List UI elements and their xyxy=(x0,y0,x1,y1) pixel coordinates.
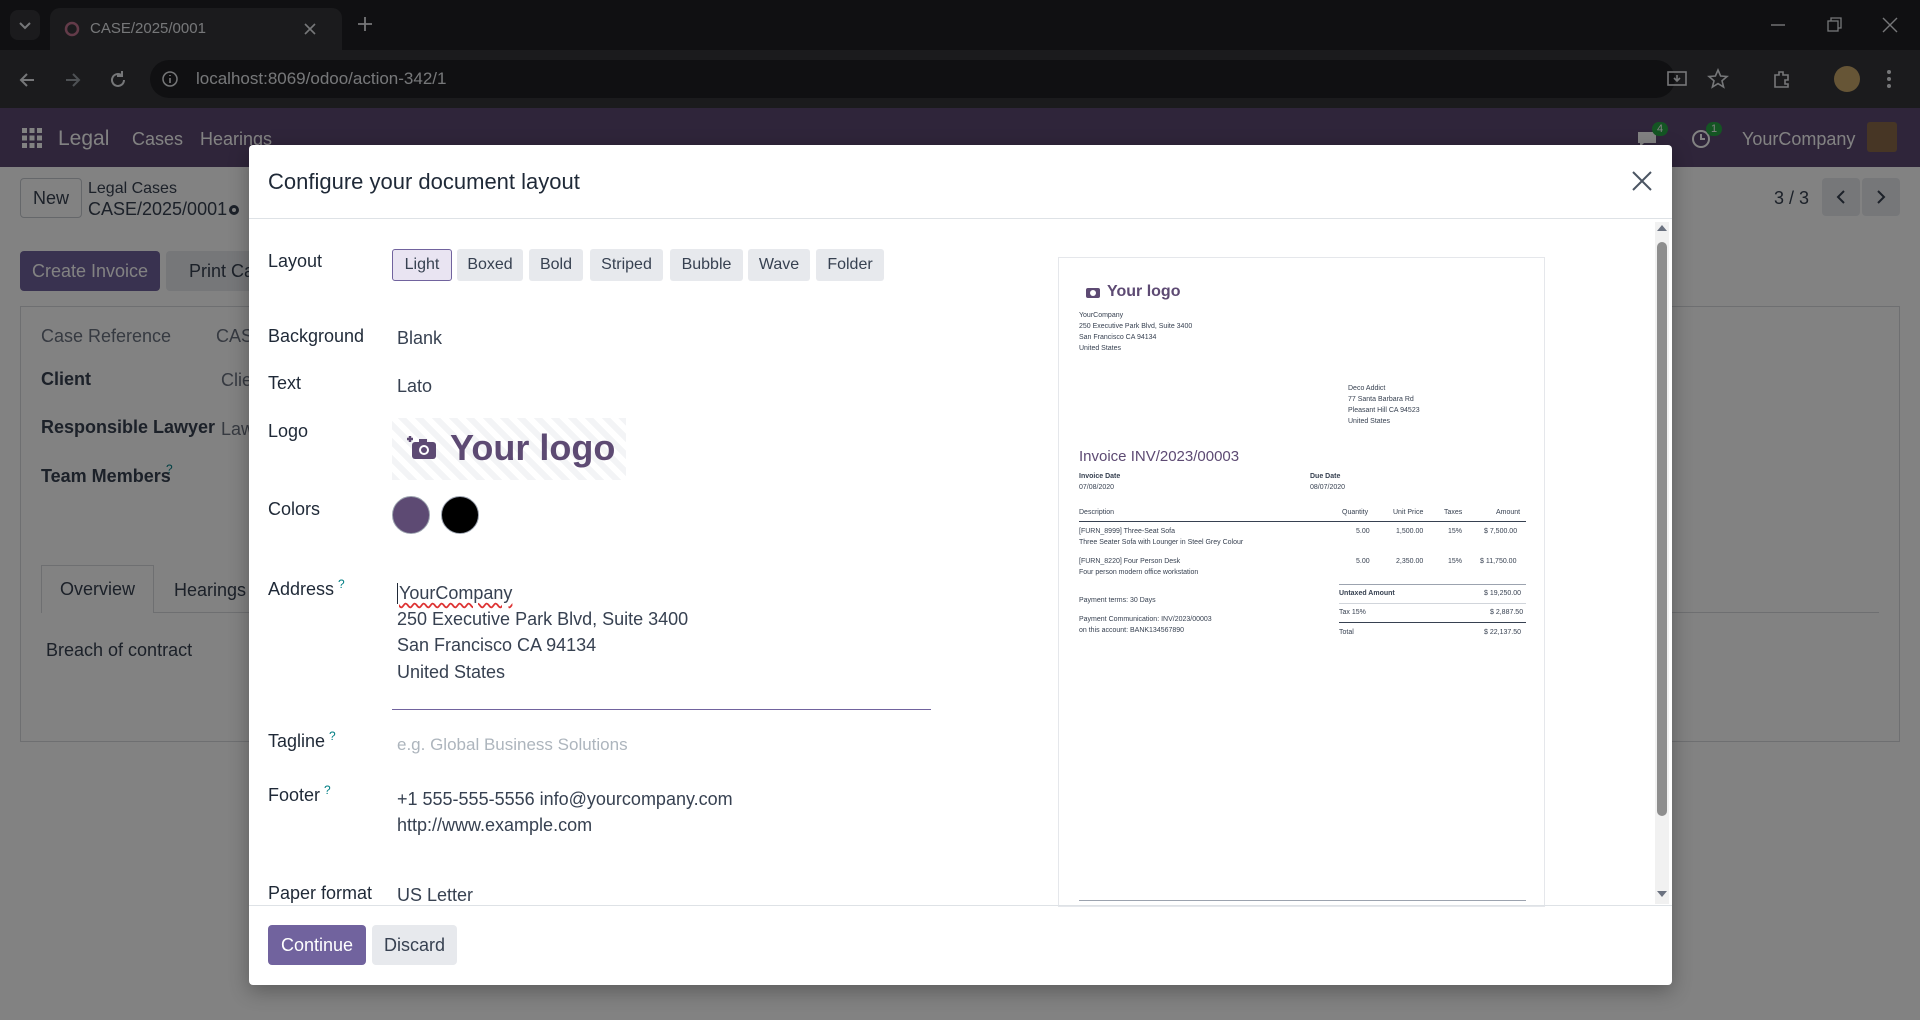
preview-line-2-desc: [FURN_8220] Four Person Desk xyxy=(1079,558,1181,565)
preview-col-unit-price: Unit Price xyxy=(1393,509,1424,516)
secondary-color-swatch[interactable] xyxy=(441,496,479,534)
scroll-down-arrow-icon[interactable] xyxy=(1656,889,1668,899)
address-line-2: 250 Executive Park Blvd, Suite 3400 xyxy=(397,609,689,629)
footer-line-1[interactable]: +1 555-555-5556 info@yourcompany.com xyxy=(397,789,733,810)
preview-customer-line-4: United States xyxy=(1348,418,1391,425)
preview-payment-terms: Payment terms: 30 Days xyxy=(1079,597,1156,604)
address-help-icon[interactable]: ? xyxy=(338,577,345,591)
document-preview: Your logo YourCompany 250 Executive Park… xyxy=(1058,257,1545,907)
preview-untaxed-label: Untaxed Amount xyxy=(1339,590,1395,597)
layout-striped-button[interactable]: Striped xyxy=(590,249,663,281)
tagline-label: Tagline? xyxy=(268,729,336,752)
layout-bubble-button[interactable]: Bubble xyxy=(670,249,743,281)
dialog-title: Configure your document layout xyxy=(268,169,580,194)
preview-col-amount: Amount xyxy=(1496,509,1521,516)
preview-totals-rule xyxy=(1339,584,1526,585)
footer-divider xyxy=(249,905,1672,906)
preview-header-rule xyxy=(1079,521,1526,522)
preview-due-date-label: Due Date xyxy=(1310,473,1341,480)
preview-col-quantity: Quantity xyxy=(1342,509,1369,516)
preview-line-1-price: 1,500.00 xyxy=(1396,528,1424,535)
discard-button[interactable]: Discard xyxy=(372,925,457,965)
logo-placeholder-text: Your logo xyxy=(450,427,616,468)
layout-bold-button[interactable]: Bold xyxy=(529,249,583,281)
footer-label-text: Footer xyxy=(268,785,321,805)
preview-line-2-qty: 5.00 xyxy=(1356,558,1370,565)
layout-wave-button[interactable]: Wave xyxy=(748,249,810,281)
preview-logo: Your logo xyxy=(1107,283,1181,300)
preview-payment-communication: Payment Communication: INV/2023/00003 xyxy=(1079,616,1212,623)
add-photo-icon xyxy=(407,436,436,459)
preview-customer-line-1: Deco Addict xyxy=(1348,385,1386,392)
preview-footer-rule xyxy=(1079,900,1526,901)
preview-customer-line-3: Pleasant Hill CA 94523 xyxy=(1348,407,1420,414)
header-divider xyxy=(249,218,1672,219)
paper-format-select[interactable]: US Letter xyxy=(397,885,473,906)
address-label: Address? xyxy=(268,577,345,600)
preview-total-rule xyxy=(1339,622,1526,623)
address-label-text: Address xyxy=(268,579,335,599)
preview-tax-value: $ 2,887.50 xyxy=(1490,609,1524,616)
preview-company-line-4: United States xyxy=(1079,345,1122,352)
close-icon[interactable] xyxy=(1631,170,1653,192)
address-line-4: United States xyxy=(397,662,506,682)
preview-line-2-tax: 15% xyxy=(1448,558,1463,565)
preview-invoice-title: Invoice INV/2023/00003 xyxy=(1079,448,1240,465)
preview-line-1-tax: 15% xyxy=(1448,528,1463,535)
scrollbar-thumb[interactable] xyxy=(1657,242,1667,816)
layout-boxed-button[interactable]: Boxed xyxy=(457,249,523,281)
preview-total-label: Total xyxy=(1339,629,1354,636)
camera-icon xyxy=(1086,288,1100,298)
preview-line-1-desc2: Three Seater Sofa with Lounger in Steel … xyxy=(1079,539,1244,546)
footer-help-icon[interactable]: ? xyxy=(324,783,331,797)
primary-color-swatch[interactable] xyxy=(392,496,430,534)
paper-format-label: Paper format xyxy=(268,883,373,903)
preview-invoice-date: 07/08/2020 xyxy=(1079,484,1115,491)
preview-company-line-1: YourCompany xyxy=(1079,312,1124,319)
preview-company-line-2: 250 Executive Park Blvd, Suite 3400 xyxy=(1079,323,1193,330)
tagline-input[interactable]: e.g. Global Business Solutions xyxy=(397,735,628,755)
address-line-3: San Francisco CA 94134 xyxy=(397,635,597,655)
layout-light-button[interactable]: Light xyxy=(392,249,452,281)
layout-folder-button[interactable]: Folder xyxy=(816,249,884,281)
preview-company-line-3: San Francisco CA 94134 xyxy=(1079,334,1157,341)
text-label: Text xyxy=(268,373,302,393)
address-line-1: YourCompany xyxy=(397,583,513,604)
preview-line-2-desc2: Four person modern office workstation xyxy=(1079,569,1199,576)
preview-line-2-amount: $ 11,750.00 xyxy=(1480,558,1517,565)
scroll-up-arrow-icon[interactable] xyxy=(1656,223,1668,233)
font-select[interactable]: Lato xyxy=(397,376,432,397)
tagline-label-text: Tagline xyxy=(268,731,326,751)
background-label: Background xyxy=(268,326,365,346)
layout-label: Layout xyxy=(268,251,323,271)
tagline-help-icon[interactable]: ? xyxy=(329,729,336,743)
preview-customer-line-2: 77 Santa Barbara Rd xyxy=(1348,396,1414,403)
logo-label: Logo xyxy=(268,421,309,441)
preview-invoice-date-label: Invoice Date xyxy=(1079,473,1121,480)
preview-line-1-desc: [FURN_8999] Three-Seat Sofa xyxy=(1079,528,1175,535)
colors-label: Colors xyxy=(268,499,321,519)
preview-line-1-qty: 5.00 xyxy=(1356,528,1370,535)
preview-total-value: $ 22,137.50 xyxy=(1484,629,1521,636)
continue-button[interactable]: Continue xyxy=(268,925,366,965)
preview-col-taxes: Taxes xyxy=(1444,509,1463,516)
footer-label: Footer? xyxy=(268,783,331,806)
preview-col-description: Description xyxy=(1079,509,1115,516)
footer-line-2[interactable]: http://www.example.com xyxy=(397,815,592,836)
preview-line-2-price: 2,350.00 xyxy=(1396,558,1424,565)
preview-due-date: 08/07/2020 xyxy=(1310,484,1346,491)
background-select[interactable]: Blank xyxy=(397,328,442,349)
preview-payment-account: on this account: BANK134567890 xyxy=(1079,627,1185,634)
preview-tax-label: Tax 15% xyxy=(1339,609,1366,616)
preview-tax-rule xyxy=(1339,603,1526,604)
preview-untaxed-value: $ 19,250.00 xyxy=(1484,590,1521,597)
preview-line-1-amount: $ 7,500.00 xyxy=(1484,528,1518,535)
